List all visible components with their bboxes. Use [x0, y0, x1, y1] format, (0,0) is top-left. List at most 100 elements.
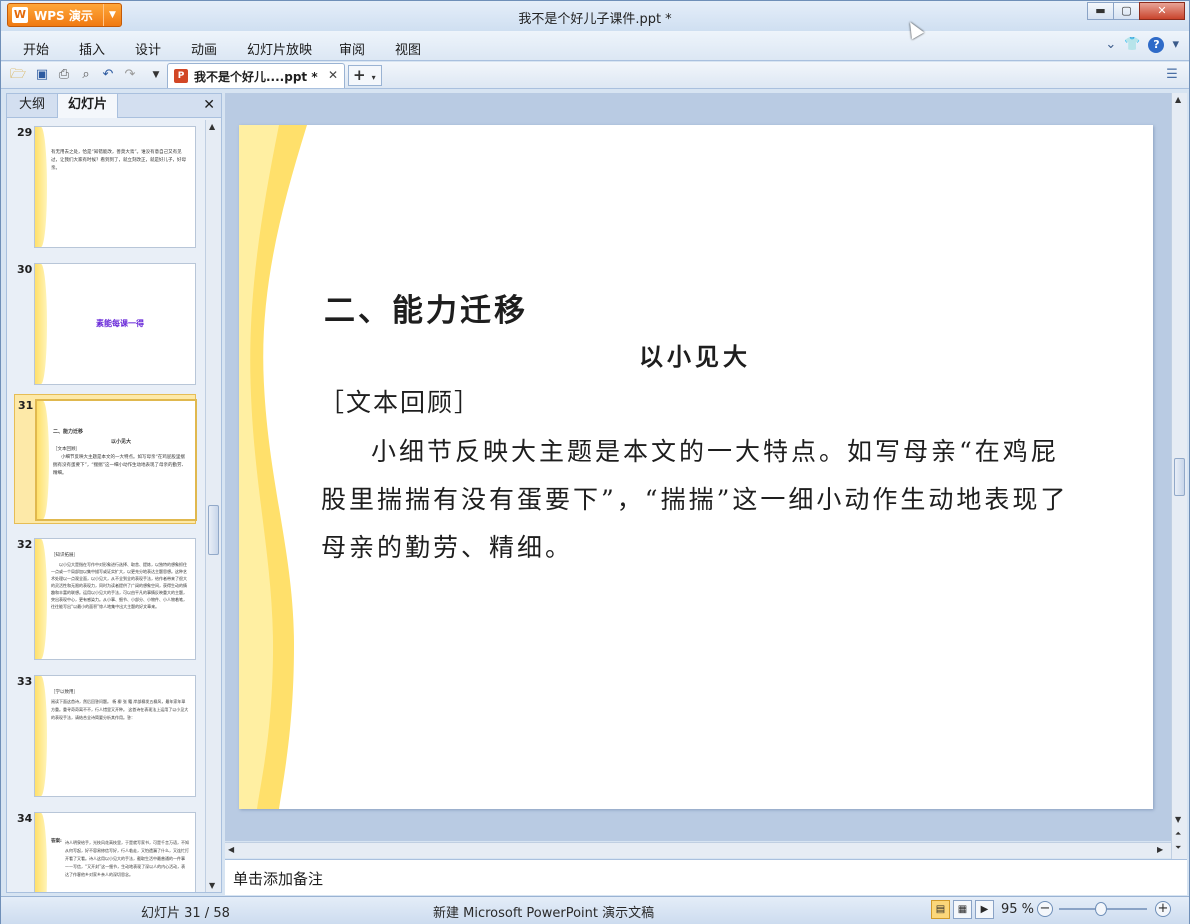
notes-placeholder: 单击添加备注: [233, 870, 324, 888]
wave-decoration: [239, 125, 307, 809]
next-slide-icon[interactable]: ⏷: [1175, 843, 1181, 853]
document-tab[interactable]: P 我不是个好儿....ppt * ✕: [167, 63, 345, 88]
scroll-down-icon[interactable]: ▼: [1175, 815, 1181, 824]
minimize-button[interactable]: ▬: [1087, 2, 1114, 20]
window-controls: ▬ ▢ ✕: [1087, 2, 1185, 20]
current-slide[interactable]: 二、能力迁移 以小见大 ［文本回顾］ 小细节反映大主题是本文的一大特点。如写母亲…: [239, 125, 1153, 809]
zoom-out-icon[interactable]: −: [1037, 901, 1053, 917]
wave-decoration: [35, 676, 47, 796]
thumbnail-32[interactable]: 32 ［知识拓展］ 以小见大是指在写作中对形象进行选择、取舍、提炼，以独特的想象…: [14, 534, 196, 662]
thumbnail-31[interactable]: 31 二、能力迁移 以小见大 ［文本回顾］ 小细节反映大主题是本文的一大特点。如…: [14, 394, 197, 524]
menu-home[interactable]: 开始: [23, 39, 49, 58]
thumbnail-section: ［文本回顾］: [53, 447, 80, 452]
slide-title: 二、能力迁移: [324, 293, 528, 329]
thumbnail-list: 29 有无用去之处，恰是“知错能改，善莫大焉”。谁没有意自己又有见过，让我们大家…: [7, 120, 203, 892]
thumbnail-section: ［知识拓展］: [51, 553, 78, 558]
thumbnail-preview: 素能每课一得: [34, 263, 196, 385]
menu-animation[interactable]: 动画: [191, 39, 217, 58]
editor-vertical-scrollbar[interactable]: ▲ ▼ ⏶ ⏷: [1171, 93, 1187, 861]
new-tab-button[interactable]: + ▾: [348, 65, 382, 86]
wave-decoration: [35, 813, 47, 892]
scroll-up-icon[interactable]: ▲: [209, 122, 215, 131]
editor-horizontal-scrollbar[interactable]: ◀ ▶: [225, 842, 1171, 858]
document-tab-label: 我不是个好儿....ppt *: [194, 69, 318, 84]
layout-toggle-icon[interactable]: ☰: [1163, 66, 1181, 84]
close-tab-icon[interactable]: ✕: [328, 68, 338, 82]
undo-icon[interactable]: ↶: [99, 66, 117, 84]
zoom-slider-thumb[interactable]: [1095, 902, 1107, 916]
thumbnail-text: 小细节反映大主题是本文的一大特点。如写母亲“在鸡屁股里揣揣有没有蛋要下”，“揣揣…: [53, 455, 186, 476]
document-title: 我不是个好儿子课件.ppt *: [518, 12, 672, 27]
thumbnail-number: 33: [17, 675, 33, 688]
skin-icon[interactable]: 👕: [1124, 37, 1140, 53]
wave-decoration: [35, 264, 47, 384]
save-icon[interactable]: ▣: [33, 66, 51, 84]
open-folder-icon[interactable]: 🗁: [9, 66, 27, 84]
quick-access-toolbar: 🗁 ▣ ⎙ ⌕ ↶ ↷ ▼ P 我不是个好儿....ppt * ✕ + ▾ ☰: [1, 62, 1189, 89]
redo-icon[interactable]: ↷: [121, 66, 139, 84]
thumbnail-preview: 二、能力迁移 以小见大 ［文本回顾］ 小细节反映大主题是本文的一大特点。如写母亲…: [35, 399, 197, 521]
new-tab-label: +: [353, 66, 366, 84]
scroll-right-icon[interactable]: ▶: [1157, 845, 1163, 854]
zoom-level: 95 %: [1001, 902, 1035, 917]
thumbnail-34[interactable]: 34 答案: 诗人明泉给手，光枝风花高枝里，于是就写家书，可是千言万语，不知从何…: [14, 808, 196, 892]
slide-subtitle: 以小见大: [639, 342, 751, 371]
scroll-down-icon[interactable]: ▼: [209, 881, 215, 890]
thumbnail-number: 30: [17, 263, 33, 276]
normal-view-icon[interactable]: ▤: [931, 900, 950, 919]
help-icon[interactable]: ?: [1148, 37, 1165, 53]
menu-bar: 开始 插入 设计 动画 幻灯片放映 审阅 视图 ⌄ 👕 ? ▾: [1, 31, 1189, 61]
thumbnail-number: 32: [17, 538, 33, 551]
chevron-down-icon[interactable]: ▾: [1172, 37, 1179, 53]
scroll-thumb[interactable]: [1174, 458, 1185, 496]
collapse-ribbon-icon[interactable]: ⌄: [1105, 37, 1116, 53]
template-name: 新建 Microsoft PowerPoint 演示文稿: [433, 906, 655, 921]
thumbnail-preview: ［知识拓展］ 以小见大是指在写作中对形象进行选择、取舍、提炼，以独特的想象抓住一…: [34, 538, 196, 660]
thumbnail-text: 有无用去之处，恰是“知错能改，善莫大焉”。谁没有意自己又有见过，让我们大家有时候…: [51, 150, 186, 171]
panel-scrollbar[interactable]: ▲ ▼: [205, 120, 221, 892]
print-preview-icon[interactable]: ⌕: [77, 66, 95, 84]
thumbnail-number: 29: [17, 126, 33, 139]
thumbnail-29[interactable]: 29 有无用去之处，恰是“知错能改，善莫大焉”。谁没有意自己又有见过，让我们大家…: [14, 122, 196, 250]
zoom-in-icon[interactable]: +: [1155, 901, 1171, 917]
customize-toolbar-icon[interactable]: ▼: [147, 66, 165, 84]
menu-view[interactable]: 视图: [395, 39, 421, 58]
maximize-button[interactable]: ▢: [1113, 2, 1140, 20]
close-panel-icon[interactable]: ✕: [203, 97, 215, 113]
app-window: W WPS 演示 ▼ 我不是个好儿子课件.ppt * ▬ ▢ ✕ 开始 插入 设…: [0, 0, 1190, 924]
ppt-file-icon: P: [174, 69, 188, 83]
slide-position: 幻灯片 31 / 58: [141, 906, 230, 921]
thumbnail-number: 31: [18, 399, 34, 412]
thumbnail-text: 以小见大是指在写作中对形象进行选择、取舍、提炼，以独特的想象抓住一点或一个局部加…: [51, 562, 187, 609]
thumbnail-30[interactable]: 30 素能每课一得: [14, 259, 196, 387]
panel-tabs: 大纲 幻灯片 ✕: [7, 94, 221, 118]
menu-insert[interactable]: 插入: [79, 39, 105, 58]
thumbnail-preview: 有无用去之处，恰是“知错能改，善莫大焉”。谁没有意自己又有见过，让我们大家有时候…: [34, 126, 196, 248]
thumbnail-text: 阅读下面这首诗，然后回答问题。 杨 柳 张 籍 岸部柳发五柳风，最年家年翠方重。…: [51, 699, 189, 720]
menu-slideshow[interactable]: 幻灯片放映: [247, 39, 312, 58]
menu-review[interactable]: 审阅: [339, 39, 365, 58]
scroll-up-icon[interactable]: ▲: [1175, 95, 1181, 104]
thumbnail-preview: 答案: 诗人明泉给手，光枝风花高枝里，于是就写家书，可是千言万语，不知从何写起，…: [34, 812, 196, 892]
menu-right-tools: ⌄ 👕 ? ▾: [1105, 37, 1179, 53]
scroll-left-icon[interactable]: ◀: [228, 845, 234, 854]
previous-slide-icon[interactable]: ⏶: [1175, 829, 1181, 839]
print-icon[interactable]: ⎙: [55, 66, 73, 84]
thumbnail-text: 诗人明泉给手，光枝风花高枝里，于是就写家书，可是千言万语，不知从何写起，好不容易…: [65, 840, 189, 877]
slide-sorter-icon[interactable]: ▦: [953, 900, 972, 919]
thumbnail-title: 二、能力迁移: [53, 429, 84, 435]
notes-pane[interactable]: 单击添加备注: [225, 859, 1187, 895]
chevron-down-icon: ▾: [371, 73, 376, 82]
tab-slides[interactable]: 幻灯片: [57, 94, 119, 118]
close-button[interactable]: ✕: [1139, 2, 1185, 20]
thumbnail-text: 素能每课一得: [96, 319, 144, 328]
thumbnail-33[interactable]: 33 ［学以致用］ 阅读下面这首诗，然后回答问题。 杨 柳 张 籍 岸部柳发五柳…: [14, 671, 196, 799]
menu-design[interactable]: 设计: [135, 39, 161, 58]
slideshow-icon[interactable]: ▶: [975, 900, 994, 919]
thumbnail-number: 34: [17, 812, 33, 825]
slides-panel: 大纲 幻灯片 ✕ 29 有无用去之处，恰是“知错能改，善莫大焉”。谁没有意自己又…: [6, 93, 222, 893]
status-bar: 幻灯片 31 / 58 新建 Microsoft PowerPoint 演示文稿…: [1, 896, 1189, 924]
tab-outline[interactable]: 大纲: [9, 94, 55, 118]
scroll-thumb[interactable]: [208, 505, 219, 555]
slide-editor: 二、能力迁移 以小见大 ［文本回顾］ 小细节反映大主题是本文的一大特点。如写母亲…: [225, 93, 1171, 841]
